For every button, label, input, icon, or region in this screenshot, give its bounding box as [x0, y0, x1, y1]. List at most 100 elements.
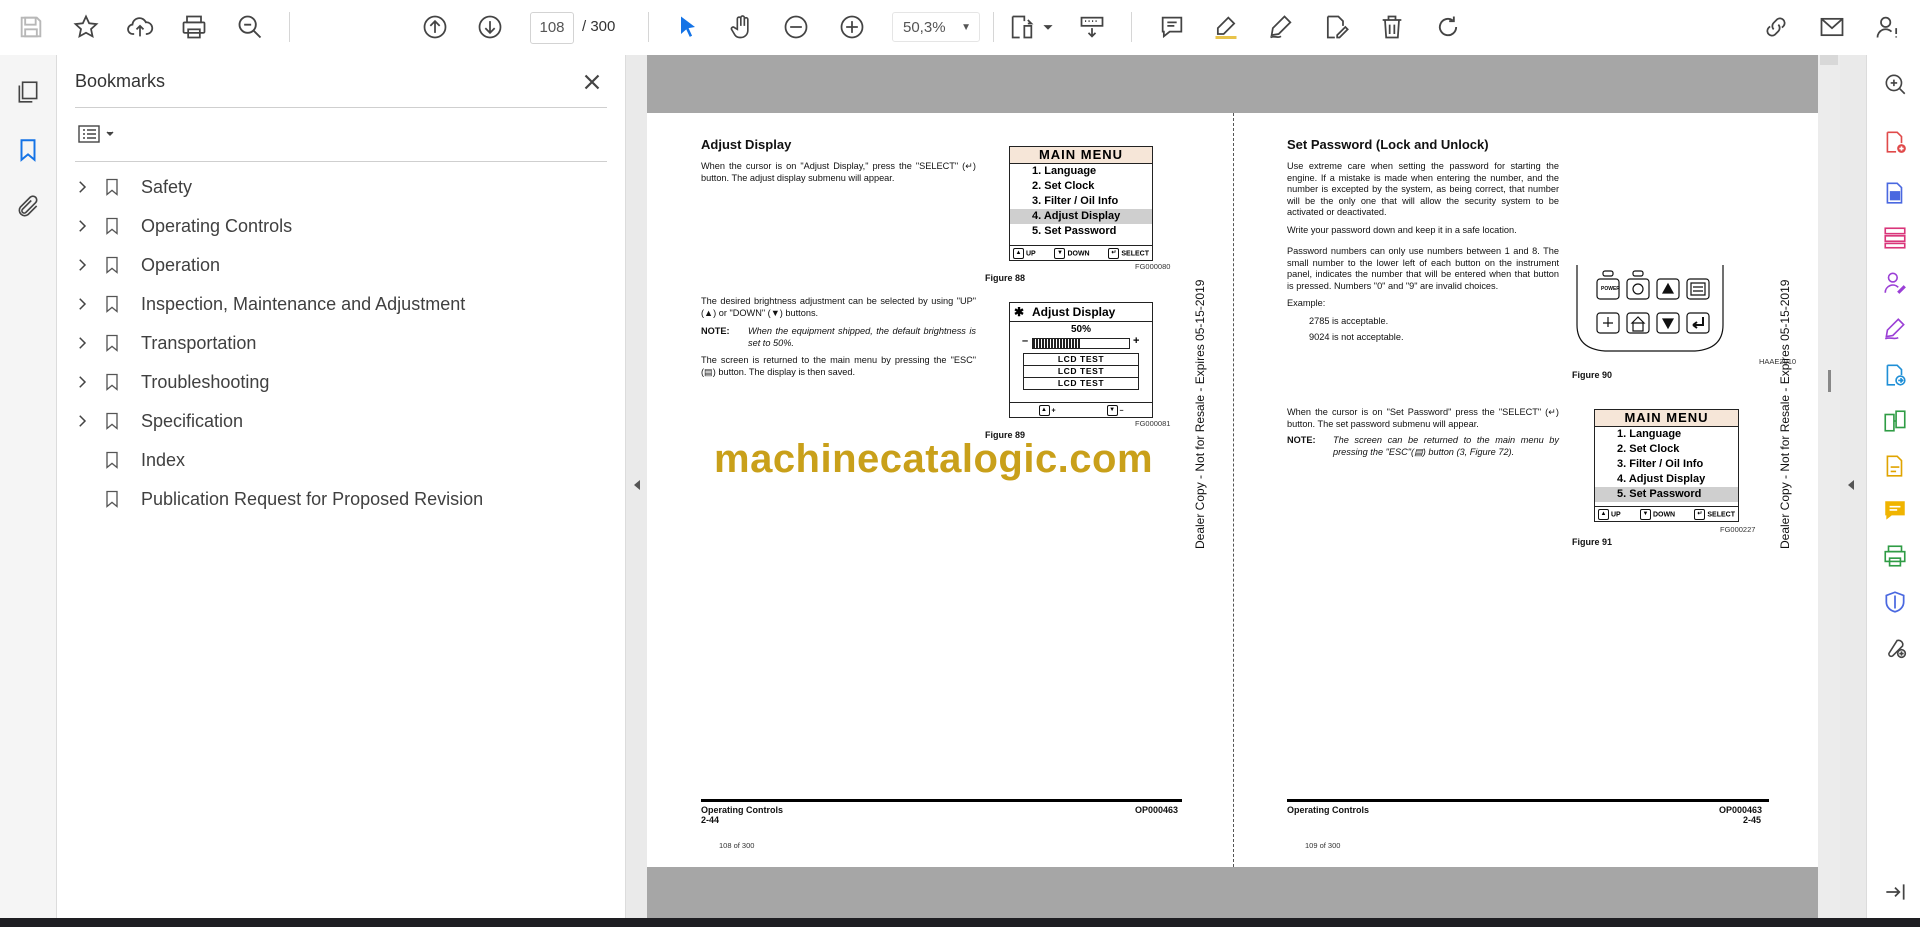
bookmark-item[interactable]: Publication Request for Proposed Revisio…: [71, 482, 611, 516]
zoom-search-icon[interactable]: [232, 9, 268, 45]
bookmark-item[interactable]: Operating Controls: [71, 209, 611, 243]
edit-text-icon[interactable]: [1318, 9, 1354, 45]
enter-key-icon: ↵: [1108, 247, 1120, 259]
page-total-label: / 300: [582, 18, 616, 35]
star-icon[interactable]: [68, 9, 104, 45]
chevron-right-icon[interactable]: [71, 176, 93, 198]
page-thumbnails-icon[interactable]: [11, 75, 45, 109]
print-production-icon[interactable]: [1880, 541, 1910, 571]
collapse-left-panel-icon[interactable]: [626, 470, 648, 500]
edit-pdf-icon[interactable]: [1880, 451, 1910, 481]
upload-cloud-icon[interactable]: [122, 9, 158, 45]
bookmark-flag-icon: [101, 253, 123, 277]
foot-up-label: UP: [1610, 510, 1621, 518]
export-pdf-icon[interactable]: [1880, 178, 1910, 208]
bookmark-item[interactable]: Specification: [71, 404, 611, 438]
foot-plus-label: +: [1051, 406, 1056, 414]
scrollbar-thumb[interactable]: [1828, 370, 1831, 392]
protect-icon[interactable]: [1880, 587, 1910, 617]
save-icon[interactable]: [13, 9, 49, 45]
request-signature-icon[interactable]: [1880, 268, 1910, 298]
adjust-title-text: Adjust Display: [1032, 305, 1116, 319]
more-tools-icon[interactable]: [1880, 632, 1910, 662]
fit-dropdown-chevron-icon[interactable]: [1030, 9, 1066, 45]
instrument-panel-figure: POWER: [1575, 265, 1725, 353]
draw-icon[interactable]: [1263, 9, 1299, 45]
chevron-right-icon[interactable]: [71, 332, 93, 354]
power-button-icon: POWER: [1601, 286, 1620, 292]
bookmark-item[interactable]: Inspection, Maintenance and Adjustment: [71, 287, 611, 321]
chevron-right-icon[interactable]: [71, 410, 93, 432]
figure-code: FG000227: [1720, 525, 1756, 534]
bookmarks-icon[interactable]: [11, 133, 45, 167]
comment-icon[interactable]: [1154, 9, 1190, 45]
bookmarks-panel: Bookmarks Safety Operating Controls Operat…: [57, 55, 626, 918]
vertical-scrollbar[interactable]: [1818, 55, 1840, 918]
bookmarks-panel-title: Bookmarks: [75, 71, 166, 91]
chevron-right-icon[interactable]: [71, 293, 93, 315]
zoom-tool-icon[interactable]: [1880, 69, 1910, 99]
scroll-mode-icon[interactable]: [1074, 9, 1110, 45]
organize-pages-icon[interactable]: [1880, 223, 1910, 253]
bookmark-item[interactable]: Index: [71, 443, 611, 477]
zoom-in-icon[interactable]: [834, 9, 870, 45]
create-pdf-icon[interactable]: [1880, 127, 1910, 157]
menu-footer: ▲ UP ▼ DOWN ↵ SELECT: [1010, 245, 1152, 260]
bookmark-item[interactable]: Transportation: [71, 326, 611, 360]
page-up-icon[interactable]: [417, 9, 453, 45]
bookmark-flag-icon: [101, 448, 123, 472]
chevron-right-icon[interactable]: [71, 371, 93, 393]
compare-files-icon[interactable]: [1880, 406, 1910, 436]
highlight-icon[interactable]: [1208, 9, 1244, 45]
plus-sign: +: [1133, 335, 1140, 347]
close-icon[interactable]: [579, 69, 605, 95]
comment-tool-icon[interactable]: [1880, 496, 1910, 526]
collapse-tools-icon[interactable]: [1880, 877, 1910, 907]
chevron-down-icon: ▼: [961, 22, 971, 33]
bookmark-item[interactable]: Troubleshooting: [71, 365, 611, 399]
footer-rule: [701, 799, 1182, 802]
foot-minus-label: –: [1119, 406, 1124, 414]
menu-title: MAIN MENU: [1595, 410, 1738, 427]
footer-page-number: 2-44: [701, 815, 720, 825]
zoom-out-icon[interactable]: [778, 9, 814, 45]
paragraph: When the cursor is on "Set Password" pre…: [1287, 407, 1559, 429]
bookmark-options-button[interactable]: [75, 119, 121, 149]
down-key-icon: ▼: [1054, 247, 1066, 259]
menu-item-selected: 4. Adjust Display: [1010, 209, 1152, 224]
paragraph: Use extreme care when setting the passwo…: [1287, 161, 1559, 217]
send-for-review-icon[interactable]: [1880, 360, 1910, 390]
bookmark-item[interactable]: Operation: [71, 248, 611, 282]
collapse-right-panel-icon[interactable]: [1840, 470, 1862, 500]
figure-caption: Figure 88: [985, 273, 1026, 283]
footer-page-number: 2-45: [1743, 815, 1762, 825]
bookmark-label: Publication Request for Proposed Revisio…: [141, 488, 484, 509]
print-icon[interactable]: [176, 9, 212, 45]
note-label: NOTE:: [1287, 435, 1316, 445]
bookmark-label: Operating Controls: [141, 215, 293, 236]
share-link-icon[interactable]: [1758, 9, 1794, 45]
page-down-icon[interactable]: [472, 9, 508, 45]
footer-code: OP000463: [1135, 805, 1179, 815]
current-page-input[interactable]: 108: [530, 12, 574, 44]
chevron-right-icon[interactable]: [71, 254, 93, 276]
hand-icon[interactable]: [724, 9, 760, 45]
bookmark-item[interactable]: Safety: [71, 170, 611, 204]
redo-icon[interactable]: [1430, 9, 1466, 45]
chevron-right-icon[interactable]: [71, 215, 93, 237]
divider: [75, 161, 607, 162]
zoom-level-dropdown[interactable]: 50,3% ▼: [892, 12, 980, 42]
fill-sign-icon[interactable]: [1880, 314, 1910, 344]
bookmark-flag-icon: [101, 487, 123, 511]
menu-item: 2. Set Clock: [1032, 180, 1095, 192]
attachments-icon[interactable]: [11, 190, 45, 224]
up-key-icon: ▲: [1038, 404, 1050, 416]
email-icon[interactable]: [1814, 9, 1850, 45]
bookmark-flag-icon: [101, 409, 123, 433]
select-cursor-icon[interactable]: [670, 9, 706, 45]
account-icon[interactable]: [1870, 9, 1906, 45]
figure-code: FG000081: [1135, 419, 1171, 428]
bookmark-label: Safety: [141, 176, 193, 197]
delete-icon[interactable]: [1374, 9, 1410, 45]
bookmark-flag-icon: [101, 292, 123, 316]
